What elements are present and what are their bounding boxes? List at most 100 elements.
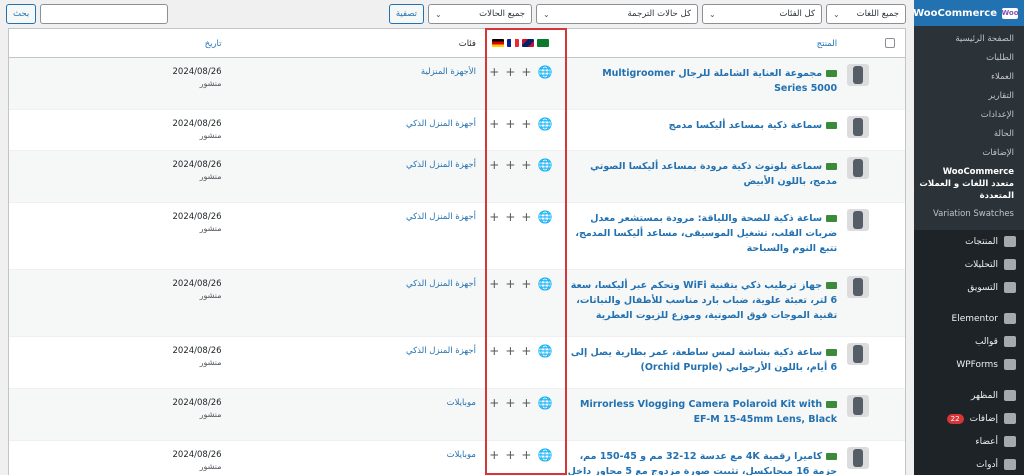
product-name-link[interactable]: ساعة ذكية للصحة واللياقة: مرودة بمستشعر … [575,213,837,254]
add-translation-icon[interactable]: + [521,345,531,357]
add-translation-icon[interactable]: + [505,449,515,461]
status-value: منشور [199,410,222,419]
row-name-cell: سماعة ذكية بمساعد أليكسا مدمج [562,110,841,133]
header-date[interactable]: تاريخ [9,38,226,49]
category-link[interactable]: الأجهزة المنزلية [421,67,476,77]
globe-icon[interactable]: 🌐 [537,66,552,78]
menu-marketing[interactable]: التسويق [914,276,1024,299]
add-translation-icon[interactable]: + [505,66,515,78]
sidebar-woocommerce-header[interactable]: Woo WooCommerce [913,0,1024,26]
add-translation-icon[interactable]: + [489,159,499,171]
add-translation-icon[interactable]: + [521,118,531,130]
globe-icon[interactable]: 🌐 [537,397,552,409]
row-date-cell: 2024/08/26 منشور [9,151,226,181]
menu-separator [914,376,1024,384]
add-translation-icon[interactable]: + [505,278,515,290]
header-product-label: المنتج [816,38,838,49]
menu-users[interactable]: أعضاء [914,430,1024,453]
globe-icon[interactable]: 🌐 [537,449,552,461]
header-product[interactable]: المنتج [562,38,841,49]
row-check-cell [875,441,905,449]
add-translation-icon[interactable]: + [489,278,499,290]
add-translation-icon[interactable]: + [489,66,499,78]
submenu-settings[interactable]: الإعدادات [914,106,1024,125]
submenu-extensions[interactable]: الإضافات [914,144,1024,163]
product-name-link[interactable]: مجموعة العناية الشاملة للرجال Multigroom… [602,68,837,94]
product-name-link[interactable]: Mirrorless Vlogging Camera Polaroid Kit … [580,399,837,425]
search-input[interactable] [40,4,169,24]
globe-icon[interactable]: 🌐 [537,278,552,290]
menu-templates[interactable]: قوالب [914,330,1024,353]
product-thumbnail[interactable] [847,343,870,365]
add-translation-icon[interactable]: + [521,66,531,78]
tools-icon [1004,459,1016,470]
add-translation-icon[interactable]: + [505,211,515,223]
filter-button[interactable]: تصفية [388,4,424,24]
product-name-link[interactable]: ساعة ذكية بشاشة لمس ساطعة، عمر بطارية يص… [571,347,837,373]
row-date-cell: 2024/08/26 منشور [9,110,226,140]
submenu-customers[interactable]: العملاء [914,68,1024,87]
add-translation-icon[interactable]: + [521,278,531,290]
submenu-home[interactable]: الصفحة الرئيسية [914,30,1024,49]
product-thumbnail[interactable] [847,276,870,298]
add-translation-icon[interactable]: + [505,118,515,130]
submenu-reports[interactable]: التقارير [914,87,1024,106]
date-value: 2024/08/26 [172,450,222,460]
menu-products[interactable]: المنتجات [914,230,1024,253]
submenu-orders[interactable]: الطلبات [914,49,1024,68]
add-translation-icon[interactable]: + [489,345,499,357]
submenu-status[interactable]: الحالة [914,125,1024,144]
submenu-variation-swatches[interactable]: Variation Swatches [914,205,1024,224]
add-translation-icon[interactable]: + [521,397,531,409]
menu-wpforms[interactable]: WPForms [914,353,1024,376]
menu-plugins[interactable]: إضافات 22 [914,407,1024,430]
globe-icon[interactable]: 🌐 [537,159,552,171]
statuses-select[interactable]: جميع الحالات ⌄ [428,4,532,24]
add-translation-icon[interactable]: + [489,118,499,130]
globe-icon[interactable]: 🌐 [537,118,552,130]
add-translation-icon[interactable]: + [521,449,531,461]
add-translation-icon[interactable]: + [505,159,515,171]
product-name-link[interactable]: جهاز ترطيب ذكي بتقنية WiFi وتحكم عبر ألي… [571,280,837,321]
product-thumbnail[interactable] [847,116,870,138]
languages-select[interactable]: جميع اللغات ⌄ [826,4,906,24]
menu-tools[interactable]: أدوات [914,453,1024,475]
menu-appearance[interactable]: المظهر [914,384,1024,407]
date-value: 2024/08/26 [172,119,222,129]
add-translation-icon[interactable]: + [489,449,499,461]
add-translation-icon[interactable]: + [521,211,531,223]
product-thumbnail[interactable] [847,395,870,417]
product-thumbnail[interactable] [847,447,870,469]
flag-english-icon [522,39,535,47]
plugins-icon [1004,413,1016,424]
product-thumbnail[interactable] [847,157,870,179]
search-button[interactable]: بحث [6,4,37,24]
category-link[interactable]: موبايلات [447,398,476,408]
category-link[interactable]: أجهزة المنزل الذكي [406,160,476,170]
menu-analytics[interactable]: التحليلات [914,253,1024,276]
product-thumbnail[interactable] [847,209,870,231]
add-translation-icon[interactable]: + [489,211,499,223]
row-name-cell: مجموعة العناية الشاملة للرجال Multigroom… [562,58,841,96]
category-link[interactable]: أجهزة المنزل الذكي [406,212,476,222]
product-name-link[interactable]: كاميرا رقمية 4K مع عدسة 12-32 مم و 45-15… [568,451,837,475]
translation-status-select[interactable]: كل حالات الترجمة ⌄ [536,4,698,24]
category-link[interactable]: أجهزة المنزل الذكي [406,119,476,129]
add-translation-icon[interactable]: + [521,159,531,171]
product-name-link[interactable]: سماعة بلوتوث ذكية مرودة بمساعد أليكسا ال… [590,161,837,187]
row-check-cell [875,110,905,118]
globe-icon[interactable]: 🌐 [537,211,552,223]
menu-elementor[interactable]: Elementor [914,307,1024,330]
product-thumbnail[interactable] [847,64,870,86]
add-translation-icon[interactable]: + [489,397,499,409]
add-translation-icon[interactable]: + [505,345,515,357]
categories-select[interactable]: كل الفئات ⌄ [702,4,822,24]
category-link[interactable]: أجهزة المنزل الذكي [406,279,476,289]
add-translation-icon[interactable]: + [505,397,515,409]
globe-icon[interactable]: 🌐 [537,345,552,357]
product-name-link[interactable]: سماعة ذكية بمساعد أليكسا مدمج [669,120,823,131]
submenu-multilingual[interactable]: WooCommerce متعدد اللغات و العملات المتع… [914,163,1024,205]
category-link[interactable]: أجهزة المنزل الذكي [406,346,476,356]
category-link[interactable]: موبايلات [447,450,476,460]
header-language-flags [480,39,562,47]
